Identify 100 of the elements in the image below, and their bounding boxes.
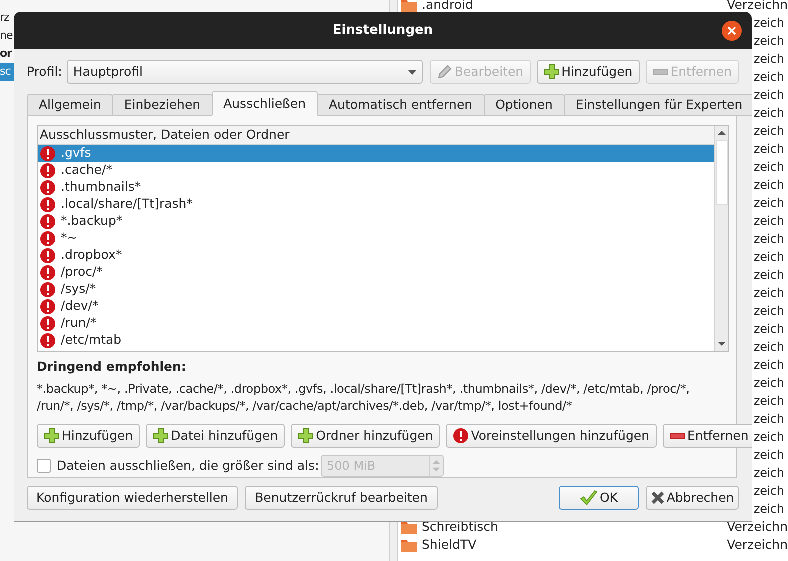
- list-action-button[interactable]: Datei hinzufügen: [146, 424, 286, 448]
- list-action-button[interactable]: Voreinstellungen hinzufügen: [446, 424, 657, 448]
- file-type: zeich: [754, 375, 784, 392]
- pattern-row[interactable]: .cache/*: [38, 162, 714, 179]
- file-type: zeich: [754, 69, 784, 86]
- file-type: zeich: [754, 303, 784, 320]
- window-title: Einstellungen: [332, 22, 434, 40]
- pattern-row[interactable]: /run/*: [38, 315, 714, 332]
- alert-icon: [40, 196, 56, 212]
- plus-icon: [544, 64, 560, 80]
- dropdown-caret-icon: [408, 70, 417, 74]
- close-icon[interactable]: [722, 21, 742, 41]
- tab[interactable]: Einstellungen für Experten: [564, 94, 752, 116]
- file-type: zeich: [754, 231, 784, 248]
- pattern-row[interactable]: /dev/*: [38, 298, 714, 315]
- profile-label: Profil:: [27, 62, 62, 81]
- alert-icon: [40, 332, 56, 348]
- check-icon: [580, 490, 598, 506]
- file-type: zeich: [754, 33, 784, 50]
- file-type: Verzeichn: [727, 518, 788, 536]
- pattern-text: *.backup*: [61, 212, 123, 230]
- pattern-text: .cache/*: [61, 161, 112, 180]
- file-type: zeich: [754, 285, 784, 302]
- pattern-text: /sys/*: [61, 280, 96, 298]
- recommended-heading: Dringend empfohlen:: [37, 358, 188, 376]
- alert-icon: [40, 248, 56, 264]
- file-type: zeich: [754, 123, 784, 140]
- column-header: Ausschlussmuster, Dateien oder Ordner: [38, 126, 714, 145]
- file-type: zeich: [754, 483, 784, 500]
- file-name: ShieldTV: [422, 536, 478, 554]
- pattern-text: .dropbox*: [61, 246, 122, 264]
- file-type: zeich: [754, 465, 784, 482]
- plus-icon: [298, 428, 314, 444]
- profile-button[interactable]: Hinzufügen: [536, 60, 640, 84]
- tab[interactable]: Optionen: [484, 94, 565, 116]
- folder-icon: [401, 0, 417, 12]
- alert-icon: [40, 298, 56, 314]
- pattern-row[interactable]: /etc/mtab: [38, 332, 714, 349]
- pattern-text: /dev/*: [61, 297, 99, 316]
- plus-icon: [44, 428, 60, 444]
- file-type: zeich: [754, 15, 784, 32]
- tab[interactable]: Allgemein: [27, 94, 114, 116]
- pattern-row[interactable]: /proc/*: [38, 264, 714, 281]
- file-type: zeich: [754, 195, 784, 212]
- file-type: zeich: [754, 339, 784, 356]
- file-type: zeich: [754, 267, 784, 284]
- pattern-row[interactable]: .thumbnails*: [38, 179, 714, 196]
- alert-icon: [40, 180, 56, 196]
- alert-icon: [40, 146, 56, 162]
- file-type: zeich: [754, 429, 784, 446]
- pattern-row[interactable]: .local/share/[Tt]rash*: [38, 196, 714, 213]
- pattern-row[interactable]: *.backup*: [38, 213, 714, 230]
- alert-icon: [40, 282, 56, 298]
- tab[interactable]: Einbeziehen: [112, 94, 213, 116]
- profile-dropdown[interactable]: Hauptprofil: [67, 60, 423, 84]
- cancel-button[interactable]: Abbrechen: [646, 486, 739, 510]
- pattern-row[interactable]: .gvfs: [38, 145, 714, 162]
- file-type: zeich: [754, 51, 784, 68]
- tab[interactable]: Ausschließen: [212, 91, 318, 116]
- pattern-row[interactable]: *~: [38, 230, 714, 247]
- file-type: zeich: [754, 249, 784, 266]
- plus-icon: [153, 428, 170, 444]
- file-type: zeich: [754, 213, 784, 230]
- file-type: zeich: [754, 159, 784, 176]
- file-type: zeich: [754, 105, 784, 122]
- cross-icon: [650, 491, 665, 505]
- file-type: zeich: [754, 87, 784, 104]
- footer-button[interactable]: Benutzerrückruf bearbeiten: [245, 486, 438, 510]
- folder-icon: [401, 538, 417, 552]
- pattern-text: .gvfs: [61, 144, 92, 162]
- pattern-text: *~: [61, 229, 78, 248]
- ok-button[interactable]: OK: [559, 486, 639, 510]
- alert-icon: [40, 214, 56, 230]
- recommended-patterns: *.backup*, *~, .Private, .cache/*, .dropbox*, .gvfs, .local/share/[Tt]rash*, .thumbnails*, /dev/*, /etc/mtab, /proc/*, /run/*, /sys/*, /tmp/*, /var/backups/*, /var/cache/apt/archives/*.deb, /var/tmp/*, lost+found/*: [37, 381, 691, 415]
- list-action-button[interactable]: Hinzufügen: [37, 424, 140, 448]
- tab[interactable]: Automatisch entfernen: [317, 94, 485, 116]
- list-action-button[interactable]: Ordner hinzufügen: [291, 424, 440, 448]
- scroll-thumb[interactable]: [716, 140, 728, 205]
- pattern-row[interactable]: .dropbox*: [38, 247, 714, 264]
- pattern-row[interactable]: /sys/*: [38, 281, 714, 298]
- alert-icon: [40, 230, 56, 246]
- alert-icon: [40, 264, 56, 280]
- file-name: Schreibtisch: [422, 518, 500, 536]
- scrollbar[interactable]: [714, 126, 728, 352]
- size-limit-label: Dateien ausschließen, die größer sind als:: [57, 456, 320, 475]
- folder-icon: [401, 520, 417, 534]
- pattern-text: /run/*: [61, 314, 97, 332]
- file-type: zeich: [754, 357, 784, 374]
- alert-icon: [40, 162, 56, 178]
- pencil-icon: [436, 64, 453, 80]
- alert-icon: [453, 428, 470, 444]
- pattern-text: /etc/mtab: [61, 331, 122, 350]
- footer-button[interactable]: Konfiguration wiederherstellen: [27, 486, 238, 510]
- file-type: zeich: [754, 447, 784, 464]
- list-action-button[interactable]: Entfernen: [662, 424, 752, 448]
- file-type: zeich: [754, 501, 784, 518]
- file-type: Verzeichn: [727, 536, 788, 554]
- pattern-text: .thumbnails*: [61, 178, 142, 196]
- file-type: zeich: [754, 411, 784, 428]
- file-type: zeich: [754, 177, 784, 194]
